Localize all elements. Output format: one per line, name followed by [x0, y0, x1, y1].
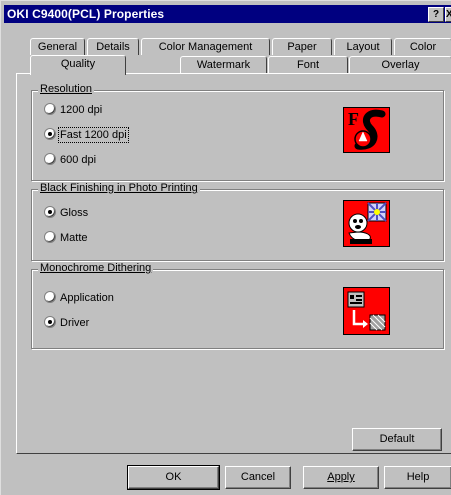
radio-label-fast-1200dpi: Fast 1200 dpi [58, 127, 129, 144]
tab-overlay[interactable]: Overlay [349, 56, 451, 73]
cancel-button-label: Cancel [240, 471, 276, 483]
black-finishing-label: Black Finishing in Photo Printing [38, 182, 200, 194]
radio-label-driver: Driver [60, 317, 90, 330]
radio-button-fast-1200dpi[interactable] [44, 128, 56, 141]
help-title-button[interactable]: ? [428, 7, 444, 22]
resolution-label: Resolution [38, 83, 94, 95]
tab-quality[interactable]: Quality [30, 55, 126, 75]
close-button[interactable]: X [445, 7, 451, 22]
radio-fast-1200dpi[interactable]: Fast 1200 dpi [44, 127, 129, 145]
monochrome-label: Monochrome Dithering [38, 262, 154, 274]
radio-label-application: Application [60, 292, 114, 305]
black-finishing-label-text: Black Finishing in Photo Printing [40, 182, 198, 194]
radio-button-application[interactable] [44, 291, 56, 304]
tab-font[interactable]: Font [268, 56, 348, 73]
tab-layout[interactable]: Layout [334, 38, 392, 55]
radio-button-driver[interactable] [44, 316, 56, 329]
radio-button-gloss[interactable] [44, 206, 56, 219]
radio-label-1200dpi: 1200 dpi [60, 104, 103, 117]
properties-dialog: OKI C9400(PCL) Properties ? X General De… [0, 0, 451, 495]
cancel-button[interactable]: Cancel [225, 466, 291, 489]
tab-color-management[interactable]: Color Management [141, 38, 270, 55]
radio-application[interactable]: Application [44, 291, 114, 308]
ok-button-label: OK [165, 471, 182, 483]
help-button[interactable]: Help [384, 466, 451, 489]
photo-finish-preview-icon [343, 200, 390, 247]
window-title: OKI C9400(PCL) Properties [7, 7, 165, 21]
radio-button-1200dpi[interactable] [44, 103, 56, 116]
tab-general[interactable]: General [30, 38, 85, 55]
radio-gloss[interactable]: Gloss [44, 206, 89, 223]
tab-watermark[interactable]: Watermark [180, 56, 267, 73]
help-button-label: Help [406, 471, 430, 483]
monochrome-label-text: Monochrome Dithering [40, 262, 152, 274]
radio-label-matte: Matte [60, 232, 88, 245]
radio-button-matte[interactable] [44, 231, 56, 244]
default-button[interactable]: Default [352, 428, 442, 451]
ok-button[interactable]: OK [127, 465, 220, 490]
resolution-preview-icon: F [343, 107, 390, 153]
tab-details[interactable]: Details [87, 38, 139, 55]
radio-button-600dpi[interactable] [44, 153, 56, 166]
apply-button-label: Apply [327, 471, 355, 483]
radio-label-gloss: Gloss [60, 207, 89, 220]
apply-button[interactable]: Apply [303, 466, 379, 489]
radio-600dpi[interactable]: 600 dpi [44, 153, 97, 170]
tab-color[interactable]: Color [394, 38, 451, 55]
radio-label-600dpi: 600 dpi [60, 154, 97, 167]
dithering-preview-icon [343, 287, 390, 335]
resolution-label-text: Resolution [40, 83, 92, 95]
radio-1200dpi[interactable]: 1200 dpi [44, 103, 103, 120]
radio-driver[interactable]: Driver [44, 316, 90, 333]
title-bar: OKI C9400(PCL) Properties ? X [4, 5, 451, 23]
svg-text:F: F [348, 109, 359, 129]
default-button-label: Default [379, 433, 415, 445]
tab-paper[interactable]: Paper [272, 38, 332, 55]
radio-matte[interactable]: Matte [44, 231, 88, 248]
